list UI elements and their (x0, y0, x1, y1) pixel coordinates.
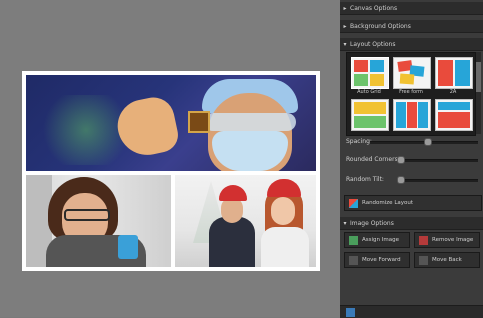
layout-thumb-label: 2A (449, 89, 457, 95)
layout-thumb-label: Free form (399, 89, 423, 95)
assign-image-button[interactable]: Assign Image (344, 232, 410, 248)
randomize-layout-button[interactable]: Randomize Layout (344, 195, 482, 211)
section-canvas-options[interactable]: ▸ Canvas Options (340, 2, 483, 15)
photo-woman-body (261, 227, 309, 267)
section-image-options[interactable]: ▾ Image Options (340, 217, 483, 230)
photo-glasses (64, 209, 110, 221)
layout-cell (438, 112, 470, 128)
photo-mask (212, 131, 288, 171)
move-back-label: Move Back (432, 257, 462, 263)
layout-cell (407, 102, 417, 128)
spacing-slider-knob[interactable] (424, 138, 432, 146)
layout-scrollbar-thumb[interactable] (476, 62, 481, 92)
section-label: Background Options (350, 22, 411, 30)
move-forward-button[interactable]: Move Forward (344, 252, 410, 268)
canvas-workspace (0, 0, 340, 317)
layout-grid: Auto Grid Free form 2A (346, 52, 476, 136)
section-label: Image Options (350, 219, 394, 227)
layout-cell (354, 74, 368, 86)
layout-thumb-label: Auto Grid (357, 89, 381, 95)
assign-image-label: Assign Image (362, 237, 399, 243)
randomize-label: Randomize Layout (362, 200, 414, 206)
layout-thumb-three[interactable] (393, 99, 431, 131)
chevron-right-icon: ▸ (343, 22, 347, 30)
chevron-down-icon: ▾ (343, 219, 347, 227)
remove-image-button[interactable]: Remove Image (414, 232, 480, 248)
collage-photo-scientist-chip[interactable] (26, 75, 316, 171)
layout-cell (396, 102, 406, 128)
layout-thumb-frame[interactable] (435, 99, 473, 131)
panel-bottom-bar (340, 305, 483, 318)
section-label: Canvas Options (350, 4, 398, 12)
remove-image-icon (419, 235, 428, 245)
remove-image-label: Remove Image (432, 237, 474, 243)
bottom-bar-icon[interactable] (346, 307, 355, 317)
move-back-button[interactable]: Move Back (414, 252, 480, 268)
layout-cell (370, 60, 384, 72)
photo-santa-hat (267, 179, 301, 197)
layout-cell (455, 60, 470, 86)
random-tilt-label: Random Tilt: (346, 176, 384, 183)
layout-cell (354, 102, 386, 114)
rounded-corners-slider-knob[interactable] (397, 156, 405, 164)
layout-cell (438, 102, 470, 110)
assign-image-icon (349, 235, 358, 245)
rounded-corners-label: Rounded Corners: (346, 156, 400, 163)
photo-santa-hat (219, 185, 247, 201)
layout-cell (354, 116, 386, 128)
layout-thumb-free-form[interactable] (393, 57, 431, 89)
collage-photo-woman-laptop[interactable] (26, 175, 171, 267)
random-tilt-slider-knob[interactable] (397, 176, 405, 184)
move-forward-icon (349, 255, 358, 265)
layout-thumb-auto-grid[interactable] (351, 57, 389, 89)
spacing-label: Spacing: (346, 138, 372, 145)
layout-cell (418, 102, 428, 128)
move-forward-label: Move Forward (362, 257, 401, 263)
photo-woman-face (271, 197, 295, 225)
layout-thumb-2a[interactable] (435, 57, 473, 89)
random-tilt-slider[interactable] (398, 179, 478, 182)
move-back-icon (419, 255, 428, 265)
photo-goggles (204, 113, 296, 131)
section-background-options[interactable]: ▸ Background Options (340, 20, 483, 33)
randomize-icon (349, 198, 358, 208)
chevron-right-icon: ▸ (343, 4, 347, 12)
rounded-corners-slider[interactable] (398, 159, 478, 162)
photo-mug (118, 235, 138, 259)
collage-photo-christmas-couple[interactable] (175, 175, 316, 267)
photo-man-body (209, 217, 255, 267)
chevron-down-icon: ▾ (343, 40, 347, 48)
layout-cell (438, 60, 453, 86)
photo-chip (188, 111, 210, 133)
options-panel: ▸ Canvas Options ▸ Background Options ▾ … (340, 0, 483, 317)
layout-thumb-stacked[interactable] (351, 99, 389, 131)
photo-collage[interactable] (22, 71, 320, 271)
layout-cell (354, 60, 368, 72)
layout-cell (399, 73, 415, 85)
section-layout-options[interactable]: ▾ Layout Options (340, 38, 483, 51)
section-label: Layout Options (350, 40, 396, 48)
layout-cell (370, 74, 384, 86)
